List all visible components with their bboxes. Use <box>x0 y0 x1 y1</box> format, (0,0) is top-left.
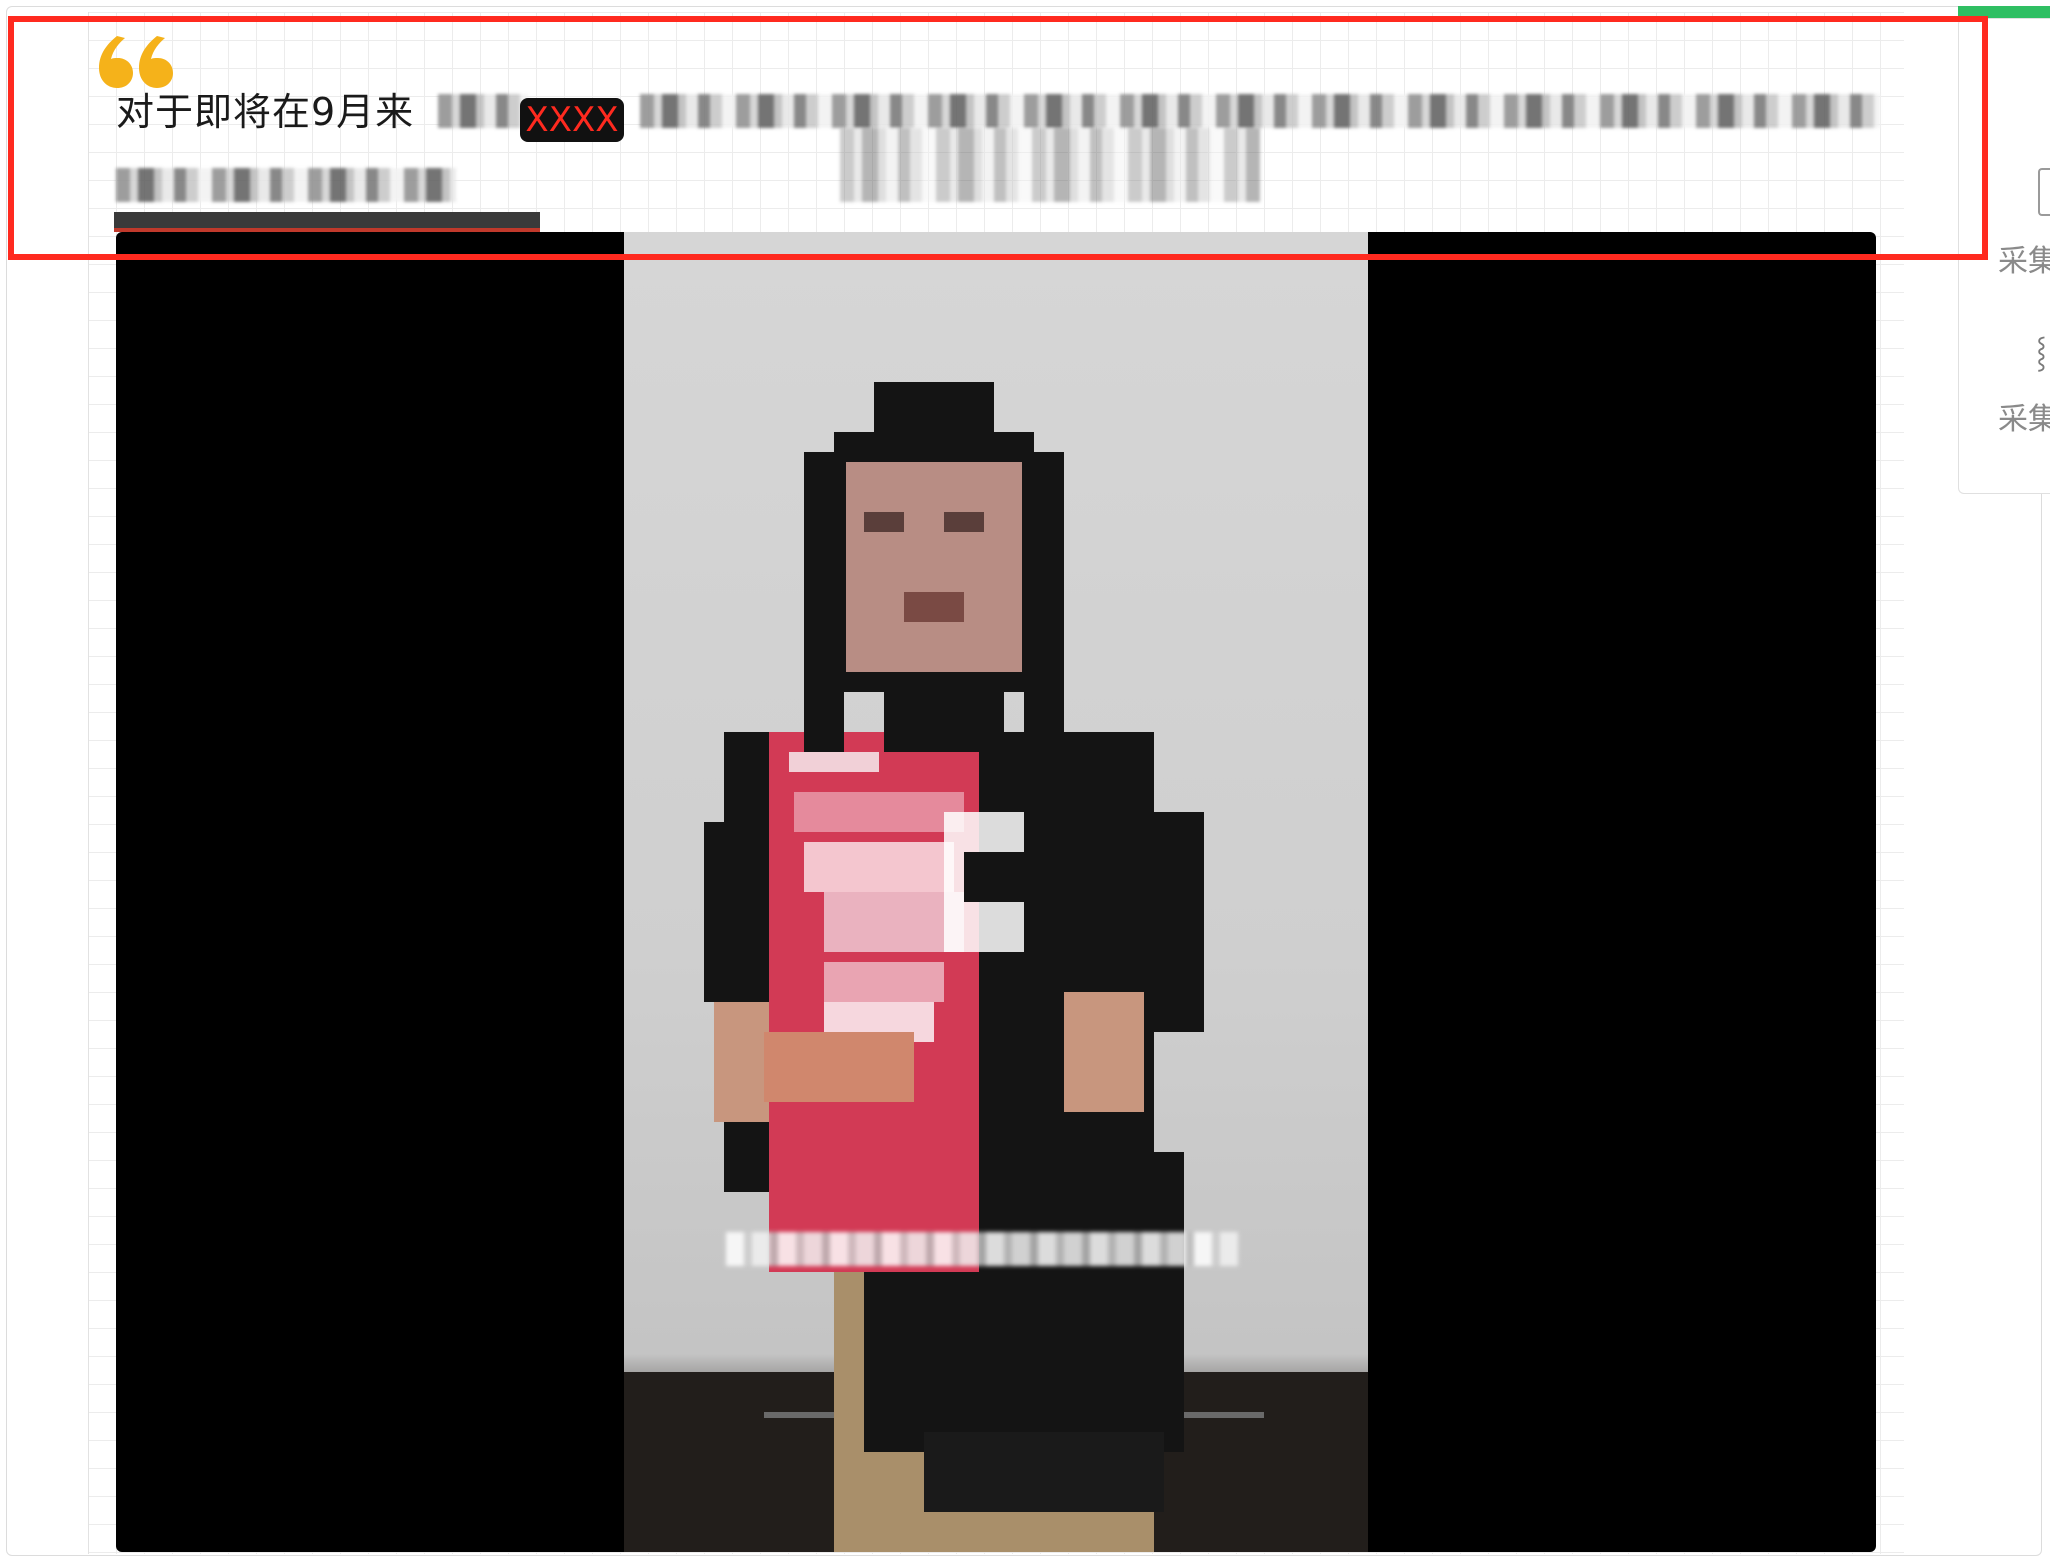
collect-button[interactable]: 采集 <box>1998 236 2050 280</box>
collect-icon[interactable]: ⸾ <box>2036 330 2047 371</box>
editor-page: 对于即将在9月来 XXXX 采集 ⸾ 采集 <box>0 0 2050 1560</box>
pixelated-person-image <box>624 382 1368 1552</box>
collect-button-secondary[interactable]: 采集 <box>1998 394 2050 438</box>
side-panel-handle[interactable] <box>2038 168 2050 216</box>
video-frame <box>624 232 1368 1552</box>
subtitle-caption <box>726 1232 1238 1266</box>
video-player[interactable] <box>116 232 1876 1552</box>
annotation-highlight-box <box>8 16 1988 260</box>
